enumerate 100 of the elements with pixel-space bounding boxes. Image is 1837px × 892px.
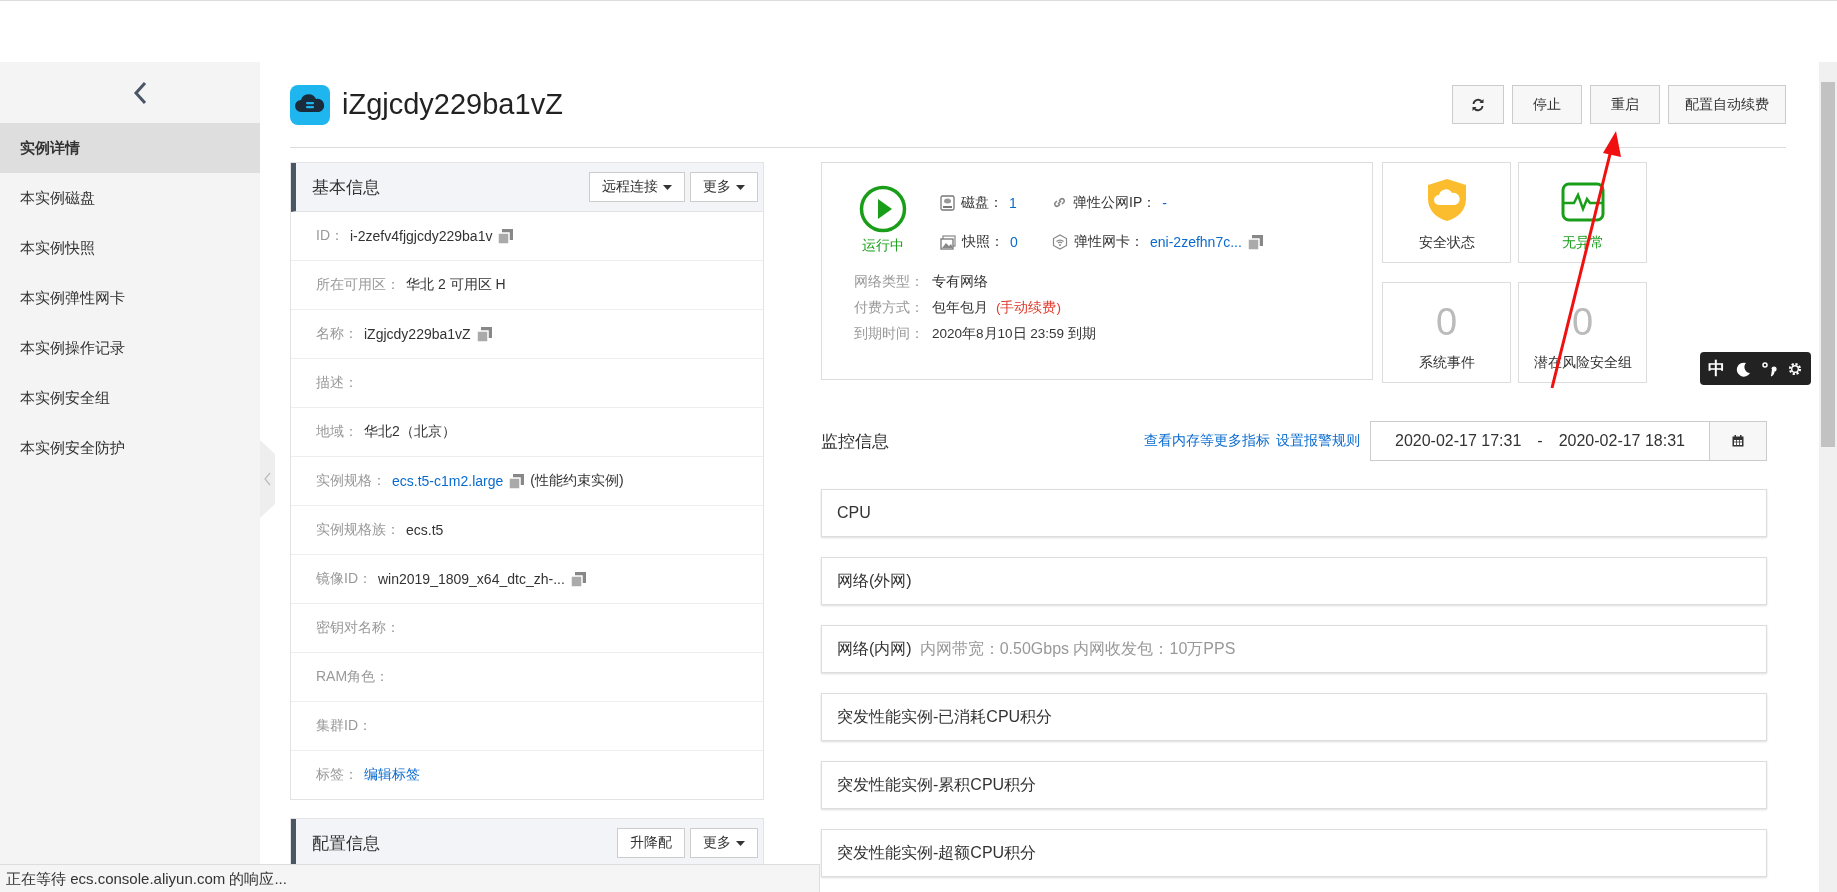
resource-link[interactable]: eni-2zefhn7c... [1150, 234, 1242, 251]
field-value: iZgjcdy229ba1vZ [364, 326, 471, 342]
detail-label: 网络类型： [854, 273, 924, 291]
shield-cloud-icon [1426, 178, 1467, 222]
instance-title: iZgjcdy229ba1vZ [342, 88, 563, 121]
monitor-panel[interactable]: 突发性能实例-超额CPU积分 [821, 829, 1767, 877]
status-bar: 正在等待 ecs.console.aliyun.com 的响应... [0, 864, 820, 892]
network-icon [1052, 234, 1068, 251]
punctuation-icon[interactable] [1761, 360, 1777, 377]
action-button[interactable]: 配置自动续费 [1668, 85, 1786, 124]
summary-tile[interactable]: 安全状态 [1382, 162, 1511, 263]
detail-label: 到期时间： [854, 325, 924, 343]
field-value: i-2zefv4fjgjcdy229ba1v [350, 228, 493, 244]
field-label: 名称： [316, 325, 358, 343]
calendar-button[interactable] [1710, 421, 1767, 461]
action-button[interactable]: 重启 [1590, 85, 1660, 124]
resource-link[interactable]: 1 [1009, 194, 1017, 211]
refresh-button[interactable] [1452, 85, 1504, 124]
status-text: 运行中 [862, 237, 904, 255]
upgrade-button[interactable]: 升降配 [617, 828, 685, 858]
summary-tile[interactable]: 0 系统事件 [1382, 282, 1511, 383]
play-icon [859, 185, 907, 233]
resource-label: 弹性公网IP： [1073, 193, 1157, 212]
copy-icon[interactable] [476, 326, 492, 342]
settings-icon[interactable] [1787, 360, 1803, 377]
sidebar-item[interactable]: 本实例磁盘 [0, 173, 260, 223]
sidebar-item[interactable]: 本实例弹性网卡 [0, 273, 260, 323]
field-label: 实例规格： [316, 472, 386, 490]
monitor-panel[interactable]: 网络(外网) [821, 557, 1767, 605]
resource-label: 快照： [962, 233, 1004, 252]
sidebar-item[interactable]: 本实例安全组 [0, 373, 260, 423]
monitor-panel[interactable]: 突发性能实例-累积CPU积分 [821, 761, 1767, 809]
caret-icon [663, 184, 672, 190]
resource-label: 弹性网卡： [1074, 233, 1144, 252]
cloud-server-icon [290, 84, 330, 125]
copy-icon[interactable] [1247, 234, 1263, 250]
field-link[interactable]: ecs.t5-c1m2.large [392, 473, 504, 489]
detail-value: 专有网络 [932, 273, 988, 291]
field-label: ID： [316, 227, 344, 245]
panel-title: 网络(内网) [837, 638, 912, 659]
copy-icon[interactable] [509, 473, 525, 489]
resource-link[interactable]: 0 [1010, 234, 1018, 251]
input-mode[interactable]: 中 [1708, 357, 1725, 380]
copy-icon[interactable] [498, 228, 514, 244]
copy-icon[interactable] [570, 571, 586, 587]
dropdown-button[interactable]: 远程连接 [589, 172, 685, 202]
monitor-panel[interactable]: 突发性能实例-已消耗CPU积分 [821, 693, 1767, 741]
resource-label: 磁盘： [961, 193, 1003, 212]
dropdown-button[interactable]: 更多 [690, 172, 758, 202]
tile-label: 安全状态 [1418, 234, 1475, 252]
back-icon[interactable] [133, 80, 147, 105]
monitor-link[interactable]: 查看内存等更多指标 [1144, 432, 1270, 450]
panel-title: 突发性能实例-超额CPU积分 [837, 842, 1037, 863]
panel-note: 内网带宽：0.50Gbps 内网收发包：10万PPS [919, 638, 1236, 659]
detail-note: (手动续费) [996, 299, 1061, 317]
count-value: 0 [1571, 302, 1594, 342]
field-label: 标签： [316, 766, 358, 784]
detail-value: 2020年8月10日 23:59 到期 [932, 325, 1096, 343]
field-label: 地域： [316, 423, 358, 441]
field-link[interactable]: 编辑标签 [364, 766, 420, 784]
tile-label: 系统事件 [1418, 354, 1475, 372]
field-label: 密钥对名称： [316, 619, 400, 637]
chevron-left-icon [264, 472, 271, 486]
sidebar-item[interactable]: 本实例操作记录 [0, 323, 260, 373]
heartbeat-icon [1560, 182, 1605, 222]
section-title: 基本信息 [312, 176, 380, 199]
section-title: 监控信息 [821, 430, 889, 453]
field-label: 实例规格族： [316, 521, 400, 539]
date-range-field[interactable]: 2020-02-17 17:31 - 2020-02-17 18:31 [1370, 421, 1710, 461]
scrollbar[interactable] [1819, 62, 1837, 892]
field-value: 华北 2 可用区 H [406, 276, 506, 294]
field-note: (性能约束实例) [530, 472, 624, 490]
panel-title: CPU [837, 504, 871, 522]
count-value: 0 [1435, 302, 1458, 342]
caret-icon [736, 840, 745, 846]
dropdown-button[interactable]: 更多 [690, 828, 758, 858]
field-value: ecs.t5 [406, 522, 444, 538]
panel-title: 网络(外网) [837, 570, 912, 591]
action-button[interactable]: 停止 [1512, 85, 1582, 124]
monitor-link[interactable]: 设置报警规则 [1276, 432, 1360, 450]
section-title: 配置信息 [312, 832, 380, 855]
sidebar-item[interactable]: 实例详情 [0, 123, 260, 173]
calendar-icon [1732, 435, 1744, 447]
panel-title: 突发性能实例-已消耗CPU积分 [837, 706, 1053, 727]
caret-icon [736, 184, 745, 190]
photos-icon [940, 234, 956, 250]
scrollbar-thumb[interactable] [1821, 82, 1835, 447]
sidebar-item[interactable]: 本实例快照 [0, 223, 260, 273]
sidebar-item[interactable]: 本实例安全防护 [0, 423, 260, 473]
field-label: 所在可用区： [316, 276, 400, 294]
monitor-panel[interactable]: 网络(内网) 内网带宽：0.50Gbps 内网收发包：10万PPS [821, 625, 1767, 673]
field-label: 描述： [316, 374, 358, 392]
resource-link[interactable]: - [1162, 194, 1167, 211]
field-label: RAM角色： [316, 668, 390, 686]
detail-value: 包年包月 [932, 299, 988, 317]
field-label: 镜像ID： [316, 570, 372, 588]
detail-label: 付费方式： [854, 299, 924, 317]
monitor-panel[interactable]: CPU [821, 489, 1767, 537]
field-value: 华北2（北京） [364, 423, 456, 441]
moon-icon[interactable] [1735, 360, 1751, 377]
